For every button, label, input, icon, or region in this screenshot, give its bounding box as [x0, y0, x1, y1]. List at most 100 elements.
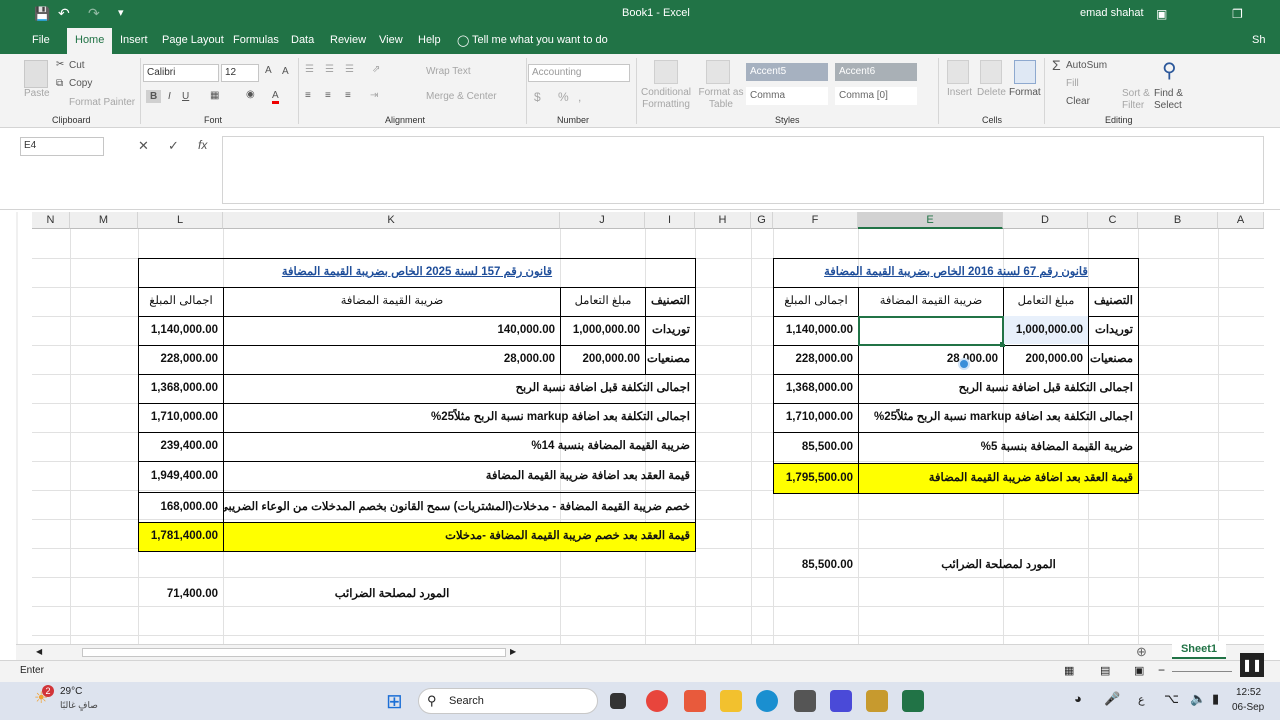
indent-icon[interactable]: ⇥: [370, 90, 378, 101]
align-bottom-icon[interactable]: ☰: [345, 64, 354, 75]
right-row2-total[interactable]: 228,000.00: [774, 345, 858, 373]
orientation-icon[interactable]: ⇗: [372, 64, 380, 75]
format-painter-button[interactable]: Format Painter: [69, 97, 135, 108]
excel-taskbar-icon[interactable]: [902, 690, 924, 712]
delete-cells-button[interactable]: Delete: [977, 87, 1006, 98]
insert-cells-button[interactable]: Insert: [947, 87, 972, 98]
left-row1-total[interactable]: 1,140,000.00: [139, 316, 223, 344]
right-summary-value[interactable]: 85,500.00: [774, 433, 858, 461]
left-row2-category[interactable]: مصنعيات: [646, 345, 695, 373]
puzzle-app-icon[interactable]: [794, 690, 816, 712]
right-row1-total[interactable]: 1,140,000.00: [774, 316, 858, 344]
format-cells-icon[interactable]: [1014, 60, 1036, 84]
shrink-font-icon[interactable]: A: [282, 66, 289, 77]
align-middle-icon[interactable]: ☰: [325, 64, 334, 75]
right-header-category[interactable]: التصنيف: [1089, 287, 1138, 315]
left-summary-value[interactable]: 1,368,000.00: [139, 374, 223, 402]
borders-icon[interactable]: ▦: [210, 90, 219, 101]
right-row2-amount[interactable]: 200,000.00: [1004, 345, 1088, 373]
right-row2-category[interactable]: مصنعيات: [1089, 345, 1138, 373]
align-center-icon[interactable]: ≡: [325, 90, 331, 101]
left-header-vat[interactable]: ضريبة القيمة المضافة: [224, 287, 560, 315]
tell-me-input[interactable]: Tell me what you want to do: [472, 34, 608, 46]
left-row1-vat[interactable]: 140,000.00: [224, 316, 560, 344]
user-name[interactable]: emad shahat: [1080, 7, 1144, 19]
battery-icon[interactable]: ▮: [1212, 691, 1219, 707]
confirm-entry-icon[interactable]: ✓: [168, 138, 179, 154]
share-button[interactable]: Sh: [1252, 34, 1265, 46]
right-header-total[interactable]: اجمالى المبلغ: [774, 287, 858, 315]
tab-insert[interactable]: Insert: [120, 34, 148, 46]
tab-review[interactable]: Review: [330, 34, 366, 46]
chrome-icon[interactable]: [646, 690, 668, 712]
column-header-A[interactable]: A: [1218, 212, 1264, 229]
right-supplier-value[interactable]: 85,500.00: [774, 551, 858, 579]
column-header-M[interactable]: M: [70, 212, 138, 229]
format-as-table-button[interactable]: Format as Table: [698, 87, 744, 111]
left-summary-value[interactable]: 1,781,400.00: [139, 522, 223, 550]
horizontal-scrollbar[interactable]: [82, 648, 506, 657]
underline-button[interactable]: U: [182, 91, 189, 102]
right-summary-value[interactable]: 1,368,000.00: [774, 374, 858, 402]
left-supplier-value[interactable]: 71,400.00: [139, 580, 223, 608]
column-header-E[interactable]: E: [858, 212, 1003, 229]
left-summary-label[interactable]: خصم ضريبة القيمة المضافة - مدخلات(المشتر…: [224, 493, 695, 521]
find-select-button[interactable]: Find & Select: [1154, 88, 1194, 112]
clock-time[interactable]: 12:52: [1236, 687, 1261, 698]
right-supplier-label[interactable]: المورد لمصلحة الضرائب: [859, 551, 1138, 579]
ribbon-display-icon[interactable]: ▣: [1156, 7, 1167, 21]
fill-color-icon[interactable]: ◉: [246, 89, 255, 100]
tab-help[interactable]: Help: [418, 34, 441, 46]
tab-home[interactable]: Home: [67, 28, 113, 54]
insert-function-icon[interactable]: fx: [198, 138, 207, 152]
left-summary-value[interactable]: 239,400.00: [139, 432, 223, 460]
delete-cells-icon[interactable]: [980, 60, 1002, 84]
format-as-table-icon[interactable]: [706, 60, 730, 84]
undo-icon[interactable]: ↶: [58, 5, 70, 22]
page-layout-icon[interactable]: ▤: [1100, 664, 1110, 677]
font-name-select[interactable]: Calibri: [143, 64, 219, 82]
pen-app-icon[interactable]: [866, 690, 888, 712]
right-summary-value[interactable]: 1,795,500.00: [774, 464, 858, 492]
sheet-tab-sheet1[interactable]: Sheet1: [1172, 641, 1226, 659]
network-icon[interactable]: ◕: [1074, 691, 1082, 706]
paste-icon[interactable]: [24, 60, 48, 88]
autosum-icon[interactable]: Σ: [1052, 57, 1061, 73]
customize-qat-icon[interactable]: ▾: [118, 6, 124, 19]
style-accent6[interactable]: Accent6: [835, 63, 917, 81]
paste-button[interactable]: Paste: [24, 88, 50, 99]
right-summary-label[interactable]: ضريبة القيمة المضافة بنسبة 5%: [859, 433, 1138, 461]
wrap-text-button[interactable]: Wrap Text: [426, 66, 471, 77]
left-summary-value[interactable]: 1,710,000.00: [139, 403, 223, 431]
right-summary-label[interactable]: قيمة العقد بعد اضافة ضريبة القيمة المضاف…: [859, 464, 1138, 492]
right-row2-vat[interactable]: 28,000.00: [859, 345, 1003, 373]
speaker-icon[interactable]: 🔈: [1190, 691, 1206, 707]
insert-cells-icon[interactable]: [947, 60, 969, 84]
column-header-H[interactable]: H: [695, 212, 751, 229]
right-summary-label[interactable]: اجمالى التكلفة بعد اضافة markup نسبة الر…: [859, 403, 1138, 431]
merge-center-button[interactable]: Merge & Center: [426, 91, 497, 102]
tab-page-layout[interactable]: Page Layout: [162, 34, 224, 46]
right-header-vat[interactable]: ضريبة القيمة المضافة: [859, 287, 1003, 315]
left-summary-value[interactable]: 168,000.00: [139, 493, 223, 521]
column-header-G[interactable]: G: [751, 212, 773, 229]
right-row1-amount[interactable]: 1,000,000.00: [1004, 316, 1088, 344]
left-summary-label[interactable]: اجمالى التكلفة قبل اضافة نسبة الربح: [224, 374, 695, 402]
align-right-icon[interactable]: ≡: [345, 90, 351, 101]
formula-input[interactable]: [222, 136, 1264, 204]
conditional-formatting-button[interactable]: Conditional Formatting: [638, 87, 694, 111]
left-header-category[interactable]: التصنيف: [646, 287, 695, 315]
clock-date[interactable]: 06-Sep: [1232, 702, 1264, 713]
save-icon[interactable]: 💾: [34, 6, 50, 22]
style-comma-0[interactable]: Comma [0]: [835, 87, 917, 105]
copy-button[interactable]: Copy: [69, 78, 92, 89]
format-cells-button[interactable]: Format: [1009, 87, 1041, 98]
left-row1-category[interactable]: توريدات: [646, 316, 695, 344]
column-header-L[interactable]: L: [138, 212, 223, 229]
file-explorer-icon[interactable]: [720, 690, 742, 712]
task-view-icon[interactable]: [610, 693, 626, 709]
comma-style-icon[interactable]: ,: [578, 90, 581, 104]
zoom-out-icon[interactable]: −: [1158, 663, 1165, 677]
restore-icon[interactable]: ❐: [1232, 7, 1243, 21]
align-top-icon[interactable]: ☰: [305, 64, 314, 75]
